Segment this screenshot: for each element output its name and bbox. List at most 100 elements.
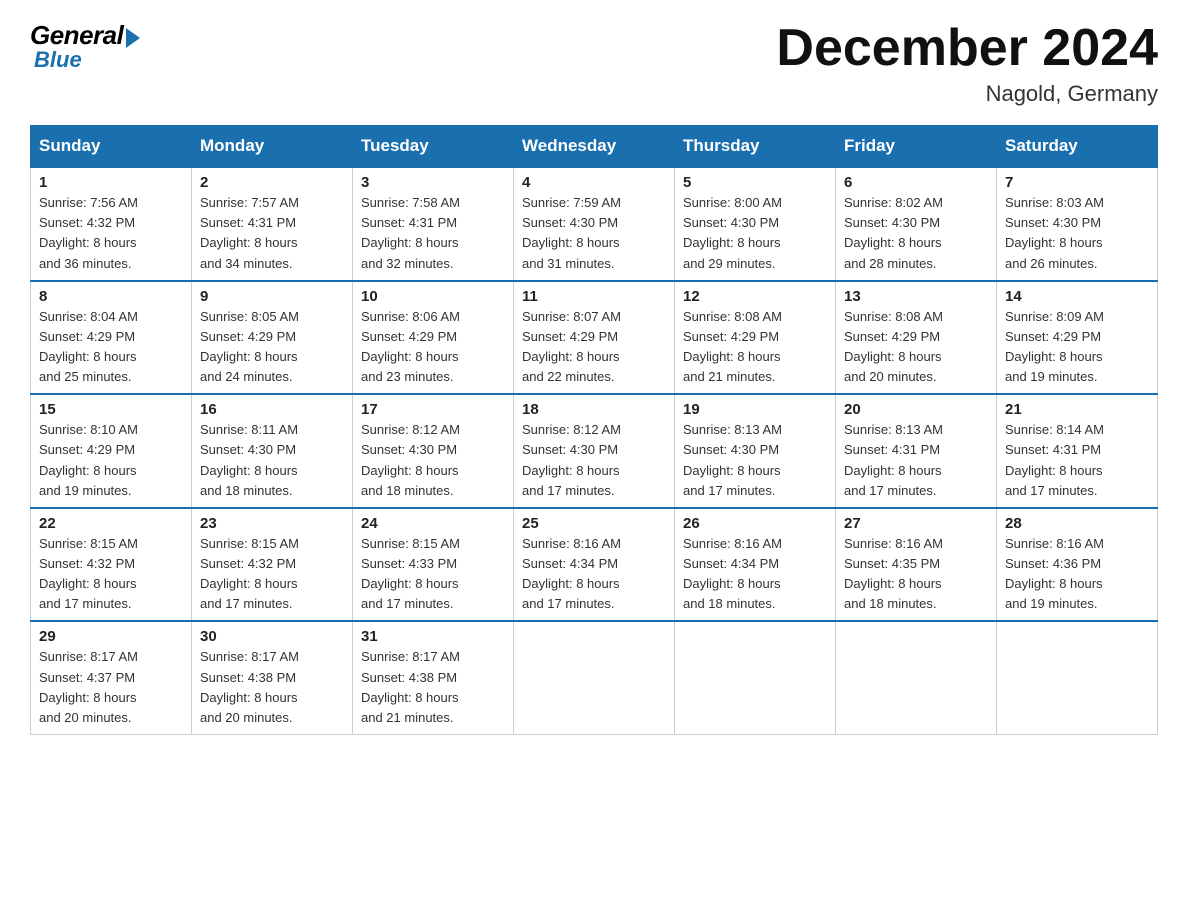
day-info: Sunrise: 7:59 AMSunset: 4:30 PMDaylight:…: [522, 193, 666, 274]
calendar-cell: 26 Sunrise: 8:16 AMSunset: 4:34 PMDayligh…: [675, 508, 836, 622]
day-info: Sunrise: 8:08 AMSunset: 4:29 PMDaylight:…: [683, 307, 827, 388]
calendar-cell: 19 Sunrise: 8:13 AMSunset: 4:30 PMDayligh…: [675, 394, 836, 508]
calendar-cell: 18Sunrise: 8:12 AMSunset: 4:30 PMDayligh…: [514, 394, 675, 508]
day-number: 17: [361, 401, 505, 418]
calendar-cell: [836, 621, 997, 734]
day-number: 20: [844, 401, 988, 418]
calendar-cell: 9 Sunrise: 8:05 AMSunset: 4:29 PMDaylight…: [192, 281, 353, 395]
logo-blue-text: Blue: [34, 47, 82, 73]
day-info: Sunrise: 8:00 AMSunset: 4:30 PMDaylight:…: [683, 193, 827, 274]
calendar-table: SundayMondayTuesdayWednesdayThursdayFrid…: [30, 125, 1158, 735]
day-info: Sunrise: 8:04 AMSunset: 4:29 PMDaylight:…: [39, 307, 183, 388]
calendar-week-row: 22 Sunrise: 8:15 AMSunset: 4:32 PMDayligh…: [31, 508, 1158, 622]
day-info: Sunrise: 8:09 AMSunset: 4:29 PMDaylight:…: [1005, 307, 1149, 388]
day-number: 9: [200, 288, 344, 305]
day-number: 22: [39, 515, 183, 532]
day-number: 19: [683, 401, 827, 418]
day-info: Sunrise: 8:12 AMSunset: 4:30 PMDaylight:…: [361, 420, 505, 501]
day-number: 26: [683, 515, 827, 532]
calendar-cell: 24 Sunrise: 8:15 AMSunset: 4:33 PMDayligh…: [353, 508, 514, 622]
calendar-cell: 28 Sunrise: 8:16 AMSunset: 4:36 PMDayligh…: [997, 508, 1158, 622]
day-info: Sunrise: 8:02 AMSunset: 4:30 PMDaylight:…: [844, 193, 988, 274]
day-info: Sunrise: 7:58 AMSunset: 4:31 PMDaylight:…: [361, 193, 505, 274]
day-info: Sunrise: 8:13 AMSunset: 4:30 PMDaylight:…: [683, 420, 827, 501]
day-info: Sunrise: 7:57 AMSunset: 4:31 PMDaylight:…: [200, 193, 344, 274]
day-number: 7: [1005, 174, 1149, 191]
calendar-cell: 15Sunrise: 8:10 AMSunset: 4:29 PMDayligh…: [31, 394, 192, 508]
day-number: 23: [200, 515, 344, 532]
calendar-cell: [514, 621, 675, 734]
day-number: 3: [361, 174, 505, 191]
day-info: Sunrise: 8:17 AMSunset: 4:38 PMDaylight:…: [200, 647, 344, 728]
day-number: 30: [200, 628, 344, 645]
calendar-cell: 7 Sunrise: 8:03 AMSunset: 4:30 PMDaylight…: [997, 167, 1158, 281]
calendar-cell: 31Sunrise: 8:17 AMSunset: 4:38 PMDayligh…: [353, 621, 514, 734]
day-info: Sunrise: 8:07 AMSunset: 4:29 PMDaylight:…: [522, 307, 666, 388]
calendar-cell: 3 Sunrise: 7:58 AMSunset: 4:31 PMDaylight…: [353, 167, 514, 281]
col-header-thursday: Thursday: [675, 126, 836, 168]
day-number: 12: [683, 288, 827, 305]
calendar-header-row: SundayMondayTuesdayWednesdayThursdayFrid…: [31, 126, 1158, 168]
day-info: Sunrise: 8:15 AMSunset: 4:32 PMDaylight:…: [200, 534, 344, 615]
day-number: 15: [39, 401, 183, 418]
day-number: 16: [200, 401, 344, 418]
day-info: Sunrise: 7:56 AMSunset: 4:32 PMDaylight:…: [39, 193, 183, 274]
day-info: Sunrise: 8:16 AMSunset: 4:36 PMDaylight:…: [1005, 534, 1149, 615]
calendar-cell: 27Sunrise: 8:16 AMSunset: 4:35 PMDayligh…: [836, 508, 997, 622]
day-number: 4: [522, 174, 666, 191]
day-number: 31: [361, 628, 505, 645]
day-info: Sunrise: 8:15 AMSunset: 4:32 PMDaylight:…: [39, 534, 183, 615]
calendar-week-row: 8 Sunrise: 8:04 AMSunset: 4:29 PMDaylight…: [31, 281, 1158, 395]
calendar-cell: 20 Sunrise: 8:13 AMSunset: 4:31 PMDayligh…: [836, 394, 997, 508]
day-info: Sunrise: 8:16 AMSunset: 4:34 PMDaylight:…: [683, 534, 827, 615]
day-number: 6: [844, 174, 988, 191]
col-header-wednesday: Wednesday: [514, 126, 675, 168]
day-number: 8: [39, 288, 183, 305]
day-number: 29: [39, 628, 183, 645]
day-info: Sunrise: 8:14 AMSunset: 4:31 PMDaylight:…: [1005, 420, 1149, 501]
calendar-cell: 10 Sunrise: 8:06 AMSunset: 4:29 PMDayligh…: [353, 281, 514, 395]
month-title: December 2024: [776, 20, 1158, 77]
day-number: 13: [844, 288, 988, 305]
logo: General Blue: [30, 20, 140, 73]
calendar-cell: [675, 621, 836, 734]
calendar-cell: 13 Sunrise: 8:08 AMSunset: 4:29 PMDayligh…: [836, 281, 997, 395]
day-number: 5: [683, 174, 827, 191]
calendar-cell: 25Sunrise: 8:16 AMSunset: 4:34 PMDayligh…: [514, 508, 675, 622]
calendar-cell: [997, 621, 1158, 734]
col-header-saturday: Saturday: [997, 126, 1158, 168]
day-info: Sunrise: 8:17 AMSunset: 4:37 PMDaylight:…: [39, 647, 183, 728]
day-info: Sunrise: 8:11 AMSunset: 4:30 PMDaylight:…: [200, 420, 344, 501]
calendar-week-row: 1 Sunrise: 7:56 AMSunset: 4:32 PMDaylight…: [31, 167, 1158, 281]
page-header: General Blue December 2024 Nagold, Germa…: [30, 20, 1158, 107]
day-info: Sunrise: 8:08 AMSunset: 4:29 PMDaylight:…: [844, 307, 988, 388]
day-number: 2: [200, 174, 344, 191]
day-info: Sunrise: 8:05 AMSunset: 4:29 PMDaylight:…: [200, 307, 344, 388]
day-number: 18: [522, 401, 666, 418]
calendar-cell: 8 Sunrise: 8:04 AMSunset: 4:29 PMDaylight…: [31, 281, 192, 395]
calendar-cell: 21Sunrise: 8:14 AMSunset: 4:31 PMDayligh…: [997, 394, 1158, 508]
day-info: Sunrise: 8:13 AMSunset: 4:31 PMDaylight:…: [844, 420, 988, 501]
calendar-cell: 23 Sunrise: 8:15 AMSunset: 4:32 PMDayligh…: [192, 508, 353, 622]
day-info: Sunrise: 8:15 AMSunset: 4:33 PMDaylight:…: [361, 534, 505, 615]
day-number: 1: [39, 174, 183, 191]
calendar-cell: 11Sunrise: 8:07 AMSunset: 4:29 PMDayligh…: [514, 281, 675, 395]
calendar-cell: 2 Sunrise: 7:57 AMSunset: 4:31 PMDaylight…: [192, 167, 353, 281]
day-info: Sunrise: 8:03 AMSunset: 4:30 PMDaylight:…: [1005, 193, 1149, 274]
col-header-friday: Friday: [836, 126, 997, 168]
calendar-cell: 16 Sunrise: 8:11 AMSunset: 4:30 PMDayligh…: [192, 394, 353, 508]
day-info: Sunrise: 8:06 AMSunset: 4:29 PMDaylight:…: [361, 307, 505, 388]
calendar-cell: 17 Sunrise: 8:12 AMSunset: 4:30 PMDayligh…: [353, 394, 514, 508]
day-number: 27: [844, 515, 988, 532]
calendar-week-row: 15Sunrise: 8:10 AMSunset: 4:29 PMDayligh…: [31, 394, 1158, 508]
calendar-cell: 29 Sunrise: 8:17 AMSunset: 4:37 PMDayligh…: [31, 621, 192, 734]
day-number: 24: [361, 515, 505, 532]
title-area: December 2024 Nagold, Germany: [776, 20, 1158, 107]
calendar-cell: 30 Sunrise: 8:17 AMSunset: 4:38 PMDayligh…: [192, 621, 353, 734]
day-info: Sunrise: 8:16 AMSunset: 4:34 PMDaylight:…: [522, 534, 666, 615]
calendar-cell: 22 Sunrise: 8:15 AMSunset: 4:32 PMDayligh…: [31, 508, 192, 622]
calendar-cell: 14Sunrise: 8:09 AMSunset: 4:29 PMDayligh…: [997, 281, 1158, 395]
day-number: 10: [361, 288, 505, 305]
col-header-tuesday: Tuesday: [353, 126, 514, 168]
day-number: 28: [1005, 515, 1149, 532]
